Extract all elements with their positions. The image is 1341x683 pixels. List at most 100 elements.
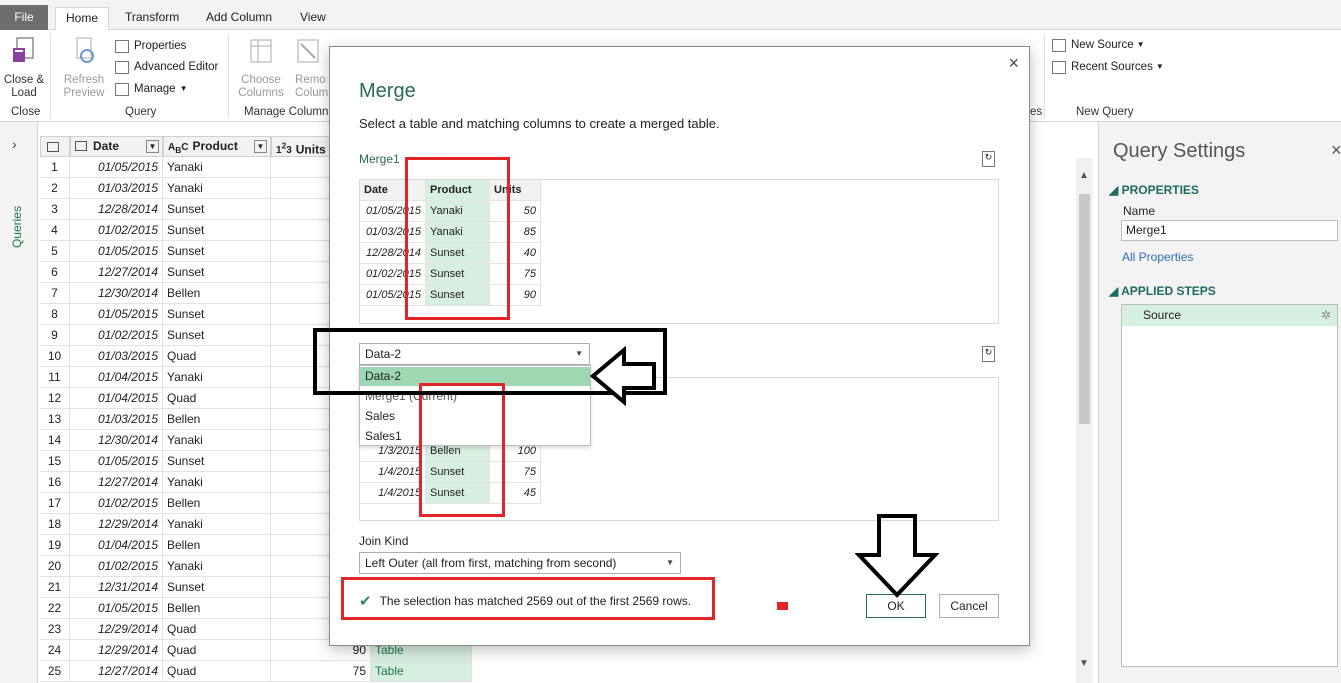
product-cell[interactable]: Sunset [163,325,271,346]
product-cell[interactable]: Sunset [163,451,271,472]
applied-steps-section[interactable]: ◢ APPLIED STEPS [1109,284,1216,298]
product-cell[interactable]: Bellen [163,598,271,619]
manage-button[interactable]: Manage ▼ [115,80,187,98]
row-number[interactable]: 6 [40,262,70,283]
row-number[interactable]: 17 [40,493,70,514]
date-cell[interactable]: 12/30/2014 [70,283,163,304]
new-source-button[interactable]: New Source ▼ [1052,36,1145,54]
product-cell[interactable]: Yanaki [163,157,271,178]
product-cell[interactable]: Sunset [163,241,271,262]
scroll-down-icon[interactable]: ▼ [1079,658,1089,669]
close-load-button[interactable]: Close & Load [2,36,46,100]
row-number[interactable]: 1 [40,157,70,178]
row-number[interactable]: 12 [40,388,70,409]
units-cell[interactable]: 75 [271,661,371,682]
product-cell[interactable]: Yanaki [163,178,271,199]
tab-transform[interactable]: Transform [115,7,189,30]
date-cell[interactable]: 12/27/2014 [70,262,163,283]
row-number[interactable]: 8 [40,304,70,325]
row-number[interactable]: 18 [40,514,70,535]
row-number[interactable]: 7 [40,283,70,304]
table-row[interactable]: 25 12/27/2014 Quad 75 Table [40,661,475,682]
recent-sources-button[interactable]: Recent Sources ▼ [1052,58,1164,76]
product-cell[interactable]: Sunset [163,304,271,325]
date-cell[interactable]: 12/29/2014 [70,640,163,661]
column-header-date[interactable]: Date ▼ [70,136,163,157]
join-kind-select[interactable]: Left Outer (all from first, matching fro… [359,552,681,574]
cancel-button[interactable]: Cancel [939,594,999,618]
row-number[interactable]: 14 [40,430,70,451]
row-number[interactable]: 20 [40,556,70,577]
close-icon[interactable]: × [1331,140,1341,161]
date-cell[interactable]: 12/27/2014 [70,661,163,682]
date-cell[interactable]: 1/4/2015 [360,462,426,483]
properties-section[interactable]: ◢ PROPERTIES [1109,183,1199,197]
row-number[interactable]: 9 [40,325,70,346]
date-cell[interactable]: 12/30/2014 [70,430,163,451]
date-cell[interactable]: 01/02/2015 [70,556,163,577]
scrollbar-thumb[interactable] [1079,194,1090,424]
properties-button[interactable]: Properties [115,37,186,55]
table-link-cell[interactable]: Table [371,661,472,682]
row-number[interactable]: 21 [40,577,70,598]
expand-chevron-icon[interactable]: › [12,136,17,152]
advanced-editor-button[interactable]: Advanced Editor [115,58,218,76]
queries-label[interactable]: Queries [10,206,24,248]
date-cell[interactable]: 01/05/2015 [70,157,163,178]
product-cell[interactable]: Bellen [163,493,271,514]
date-cell[interactable]: 01/03/2015 [70,178,163,199]
filter-dropdown-icon[interactable]: ▼ [254,140,267,153]
product-cell[interactable]: Sunset [163,220,271,241]
date-cell[interactable]: 01/02/2015 [70,220,163,241]
tab-view[interactable]: View [290,7,336,30]
product-cell[interactable]: Bellen [163,283,271,304]
refresh-preview-button[interactable]: Refresh Preview [58,36,110,100]
product-cell[interactable]: Yanaki [163,472,271,493]
table-menu-icon[interactable] [40,136,70,157]
product-cell[interactable]: Sunset [163,199,271,220]
product-cell[interactable]: Quad [163,346,271,367]
row-number[interactable]: 25 [40,661,70,682]
product-cell[interactable]: Yanaki [163,514,271,535]
applied-step-item[interactable]: Source ✲ [1122,305,1337,326]
close-icon[interactable]: × [1008,53,1019,74]
all-properties-link[interactable]: All Properties [1122,250,1193,264]
product-cell[interactable]: Yanaki [163,430,271,451]
scroll-up-icon[interactable]: ▲ [1079,170,1089,181]
row-number[interactable]: 4 [40,220,70,241]
date-cell[interactable]: 12/27/2014 [70,472,163,493]
date-cell[interactable]: 01/05/2015 [70,241,163,262]
choose-columns-button[interactable]: Choose Columns [234,36,288,100]
refresh-preview-icon[interactable]: ↻ [982,151,995,167]
date-cell[interactable]: 01/05/2015 [70,598,163,619]
product-cell[interactable]: Sunset [163,262,271,283]
date-cell[interactable]: 12/31/2014 [70,577,163,598]
row-number[interactable]: 19 [40,535,70,556]
tab-file[interactable]: File [0,5,48,30]
row-number[interactable]: 2 [40,178,70,199]
row-number[interactable]: 5 [40,241,70,262]
product-cell[interactable]: Bellen [163,535,271,556]
query-name-input[interactable]: Merge1 [1121,220,1338,241]
row-number[interactable]: 13 [40,409,70,430]
row-number[interactable]: 24 [40,640,70,661]
row-number[interactable]: 22 [40,598,70,619]
date-cell[interactable]: 1/4/2015 [360,483,426,504]
product-cell[interactable]: Bellen [163,409,271,430]
product-cell[interactable]: Quad [163,661,271,682]
product-cell[interactable]: Quad [163,388,271,409]
product-cell[interactable]: Sunset [163,577,271,598]
product-cell[interactable]: Quad [163,640,271,661]
product-cell[interactable]: Yanaki [163,556,271,577]
row-number[interactable]: 23 [40,619,70,640]
date-cell[interactable]: 01/02/2015 [70,493,163,514]
row-number[interactable]: 3 [40,199,70,220]
column-header-product[interactable]: ABC Product ▼ [163,136,271,157]
date-cell[interactable]: 01/05/2015 [70,451,163,472]
date-cell[interactable]: 01/04/2015 [70,388,163,409]
product-cell[interactable]: Quad [163,619,271,640]
row-number[interactable]: 10 [40,346,70,367]
gear-icon[interactable]: ✲ [1321,305,1331,326]
date-cell[interactable]: 01/02/2015 [70,325,163,346]
remove-columns-button[interactable]: Remo Colum [295,36,331,100]
